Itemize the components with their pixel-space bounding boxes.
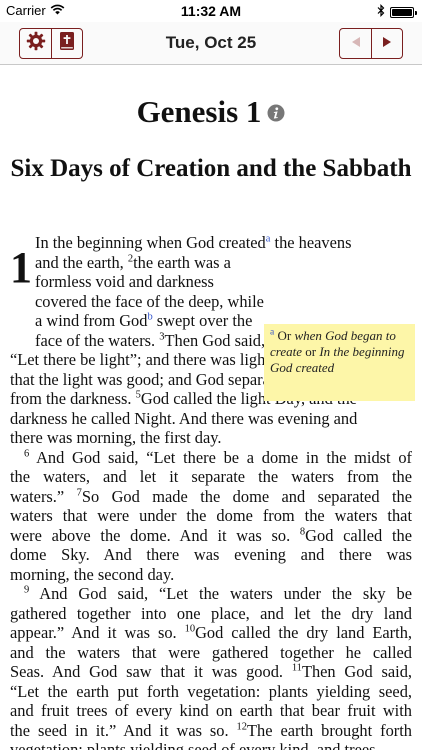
verse-text: and the earth, [35,252,128,272]
verse-text: and fruit trees of every kind on earth t… [10,701,412,720]
verse-text: from the darkness. [10,389,136,408]
gear-icon [26,31,46,56]
status-right [377,4,417,20]
verse-text: the earth was a [133,252,231,272]
verse-line: In the beginning when God createda the h… [10,233,412,253]
reading-content[interactable]: Genesis 1 Six Days of Creation and the S… [0,66,422,750]
toolbar: Tue, Oct 25 [0,22,422,65]
verse-text: covered the face of the deep, while [35,291,264,311]
scripture-passage: In the beginning when God createda the h… [10,233,412,750]
settings-button[interactable] [20,29,51,58]
verse-line: and fruit trees of every kind on earth t… [10,701,412,721]
verse-text: face of the waters. [35,330,160,350]
verse-text: And God said, “Let the waters under the … [29,584,412,603]
verse-text: waters that were under the dome from the… [10,506,412,525]
status-bar: Carrier 11:32 AM [0,0,422,22]
verse-line: dome Sky. And there was evening and ther… [10,545,412,565]
verse-line: vegetation: plants yielding seed of ever… [10,740,412,750]
verse-text: “Let there be light”; and there was ligh… [10,350,279,369]
verse-line: formless void and darkness [10,272,412,292]
footnote-mid: or [302,344,320,359]
verse-line: and the waters that were gathered togeth… [10,643,412,663]
verse-line: Seas. And God saw that it was good. 11Th… [10,662,412,682]
verse-line: waters that were under the dome from the… [10,506,412,526]
verse-text: Then God said, [164,330,266,350]
verse-text: appear.” And it was so. [10,623,185,642]
verse-text: the heavens [270,233,352,252]
status-time: 11:32 AM [180,3,242,19]
bible-icon [59,31,75,56]
verse-text: there was morning, the first day. [10,428,222,447]
verse-text: gathered together into one place, and le… [10,603,412,623]
verse-text: formless void and darkness [35,272,214,291]
chapter-title: Genesis 1 [136,94,262,129]
bible-book-button[interactable] [51,29,82,58]
verse-text: God called the dry land Earth, [195,623,412,642]
verse-number: 11 [291,662,302,674]
verse-number: 10 [184,623,196,635]
verse-text: So God made the dome and separated the [81,486,412,506]
triangle-left-icon [351,35,361,53]
verse-text: morning, the second day. [10,564,175,584]
verse-text: and the waters that were gathered togeth… [10,642,412,662]
verse-line: “Let the earth put forth vegetation: pla… [10,682,412,702]
verse-line: the seed in it.” And it was so. 12The ea… [10,721,412,741]
verse-text: waters.” [10,486,77,506]
chapter-heading: Genesis 1 [0,94,422,130]
verse-line: the waters, and let it separate the wate… [10,467,412,487]
verse-line: appear.” And it was so. 10God called the… [10,623,412,643]
verse-number: 12 [236,721,248,733]
verse-text: the waters, and let it separate the wate… [10,467,412,486]
battery-fill [392,8,412,16]
verse-line: morning, the second day. [10,565,412,585]
verse-text: the seed in it.” And it was so. [10,720,237,740]
verse-line: were above the dome. And it was so. 8God… [10,526,412,546]
verse-text: dome Sky. And there was evening and ther… [10,545,412,564]
next-day-button[interactable] [371,29,402,58]
verse-text: were above the dome. And it was so. [10,525,300,545]
verse-line: there was morning, the first day. [10,428,412,448]
verse-line: 9 And God said, “Let the waters under th… [10,584,412,604]
previous-day-button[interactable] [340,29,371,58]
verse-text: In the beginning when God created [35,233,266,252]
bluetooth-icon [377,4,385,20]
footnote-popup[interactable]: a Or when God began to create or In the … [264,324,415,401]
verse-line: 6 And God said, “Let there be a dome in … [10,448,412,468]
footnote-lead: Or [274,328,295,343]
verse-text: God called the [305,525,413,545]
verse-text: The earth brought forth [247,720,412,740]
verse-line: darkness he called Night. And there was … [10,409,412,429]
verse-text: swept over the [152,311,253,330]
verse-line: waters.” 7So God made the dome and separ… [10,487,412,507]
verse-text: Seas. And God saw that it was good. [10,662,292,681]
verse-line: gathered together into one place, and le… [10,604,412,624]
verse-text: Then God said, [301,662,412,681]
verse-text: a wind from God [35,311,148,330]
verse-text: And God said, “Let there be a dome in th… [29,447,412,467]
left-button-group [19,28,83,59]
verse-line: covered the face of the deep, while [10,292,412,312]
info-icon[interactable] [267,104,285,127]
section-heading: Six Days of Creation and the Sabbath [10,155,412,182]
verse-text: vegetation: plants yielding seed of ever… [10,740,376,750]
battery-icon [390,6,417,18]
verse-text: “Let the earth put forth vegetation: pla… [10,681,412,701]
navigation-button-group [339,28,403,59]
verse-text: darkness he called Night. And there was … [10,408,358,428]
verse-line: and the earth, 2the earth was a [10,253,412,273]
battery-tip [415,10,417,15]
triangle-right-icon [382,35,392,53]
